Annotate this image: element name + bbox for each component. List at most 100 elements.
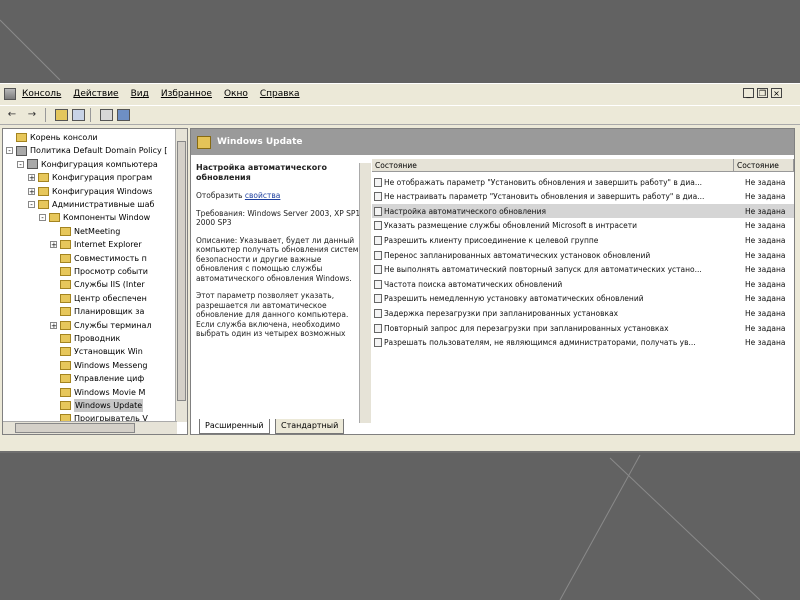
tree-item[interactable]: - Административные шаб	[28, 198, 154, 211]
description-scrollbar[interactable]	[359, 163, 371, 423]
tree-item[interactable]: Просмотр событи	[50, 265, 148, 278]
tree-item[interactable]: + Службы терминал	[50, 319, 152, 332]
list-item[interactable]: Не отображать параметр "Установить обнов…	[372, 175, 794, 189]
policy-setting-icon	[374, 206, 382, 216]
minimize-icon[interactable]: _	[743, 88, 754, 98]
tree-item-label: NetMeeting	[74, 226, 121, 236]
close-icon[interactable]: ×	[771, 88, 782, 98]
folder-icon	[60, 307, 71, 317]
tree-scroll-thumb[interactable]	[177, 141, 186, 401]
list-item[interactable]: Частота поиска автоматических обновлений…	[372, 277, 794, 291]
setting-name: Повторный запрос для перезагрузки при за…	[384, 323, 669, 333]
tree-item[interactable]: NetMeeting	[50, 225, 120, 238]
expand-icon[interactable]: +	[50, 241, 57, 249]
expand-icon[interactable]: +	[28, 187, 35, 195]
tree-item[interactable]: Центр обеспечен	[50, 292, 147, 305]
collapse-icon[interactable]: -	[17, 160, 24, 168]
back-arrow-icon[interactable]: ←	[4, 108, 20, 122]
policy-setting-icon	[374, 323, 382, 333]
collapse-icon[interactable]: -	[39, 214, 46, 222]
policy-setting-icon	[374, 221, 382, 231]
list-item[interactable]: Разрешать пользователям, не являющимся а…	[372, 336, 794, 350]
tree-item[interactable]: Windows Movie M	[50, 386, 145, 399]
tree-item[interactable]: Windows Messeng	[50, 359, 147, 372]
up-folder-icon[interactable]	[55, 109, 68, 121]
tree-item[interactable]: Совместимость п	[50, 252, 147, 265]
expand-icon[interactable]: +	[50, 321, 57, 329]
setting-name: Частота поиска автоматических обновлений	[384, 279, 563, 289]
list-item[interactable]: Не настраивать параметр "Установить обно…	[372, 190, 794, 204]
policy-setting-icon	[374, 250, 382, 260]
list-item[interactable]: Разрешить клиенту присоединение к целево…	[372, 233, 794, 247]
tree-item[interactable]: + Конфигурация програм	[28, 171, 152, 184]
list-item[interactable]: Не выполнять автоматический повторный за…	[372, 263, 794, 277]
tab-extended[interactable]: Расширенный	[199, 419, 270, 434]
policy-setting-icon	[374, 265, 382, 275]
tree-item[interactable]: Службы IIS (Inter	[50, 278, 145, 291]
list-item[interactable]: Разрешить немедленную установку автомати…	[372, 292, 794, 306]
toolbar-separator	[90, 108, 91, 122]
tree-item[interactable]: - Конфигурация компьютера	[17, 158, 158, 171]
tree-horizontal-scrollbar[interactable]	[3, 421, 177, 434]
setting-name: Указать размещение службы обновлений Mic…	[384, 221, 637, 231]
policy-setting-icon	[374, 308, 382, 318]
export-list-icon[interactable]	[100, 109, 113, 121]
collapse-icon[interactable]: -	[6, 147, 13, 155]
tree-item[interactable]: Планировщик за	[50, 305, 144, 318]
policy-setting-icon	[374, 192, 382, 202]
tree-item-label: Проводник	[74, 334, 121, 343]
menu-action[interactable]: Действие	[73, 89, 118, 99]
setting-name: Перенос запланированных автоматических у…	[384, 250, 651, 260]
setting-name: Не выполнять автоматический повторный за…	[384, 265, 702, 275]
list-item[interactable]: Повторный запрос для перезагрузки при за…	[372, 321, 794, 335]
folder-icon	[60, 253, 71, 263]
tree-item[interactable]: Корень консоли	[6, 131, 98, 144]
tree-item-label: Конфигурация Windows	[52, 186, 153, 196]
folder-icon	[60, 334, 71, 343]
tree-item[interactable]: Управление циф	[50, 372, 144, 385]
properties-link[interactable]: свойства	[245, 191, 281, 200]
setting-state: Не задана	[745, 338, 786, 348]
show-hide-tree-icon[interactable]	[72, 109, 85, 121]
setting-state: Не задана	[745, 206, 786, 216]
folder-icon	[60, 387, 71, 397]
tree-item[interactable]: - Компоненты Window	[39, 211, 150, 224]
menu-help[interactable]: Справка	[260, 89, 300, 99]
setting-name: Разрешить клиенту присоединение к целево…	[384, 235, 599, 245]
setting-name: Настройка автоматического обновления	[384, 206, 546, 216]
column-header-setting[interactable]: Состояние	[372, 159, 734, 172]
tree-hscroll-thumb[interactable]	[15, 423, 135, 433]
list-item[interactable]: Настройка автоматического обновления Не з…	[372, 204, 794, 219]
folder-icon	[197, 135, 211, 149]
menu-window[interactable]: Окно	[224, 89, 248, 99]
tree-item[interactable]: Windows Update	[50, 399, 144, 412]
tree-item[interactable]: + Конфигурация Windows	[28, 185, 152, 198]
expand-icon[interactable]: +	[28, 174, 35, 182]
list-item[interactable]: Перенос запланированных автоматических у…	[372, 248, 794, 262]
setting-state: Не задана	[745, 294, 786, 304]
console-app-icon[interactable]	[4, 88, 16, 100]
folder-icon	[60, 320, 71, 330]
menu-console[interactable]: Консоль	[22, 89, 61, 99]
column-header-state[interactable]: Состояние	[734, 159, 794, 172]
tree-item[interactable]: - Политика Default Domain Policy [	[6, 144, 167, 157]
tab-standard[interactable]: Стандартный	[275, 419, 345, 434]
tree-item-label: Windows Movie M	[74, 387, 146, 397]
folder-icon	[38, 186, 49, 196]
tree-item-label: Совместимость п	[74, 253, 147, 263]
list-item[interactable]: Указать размещение службы обновлений Mic…	[372, 219, 794, 233]
tree-item-label: Политика Default Domain Policy [	[30, 146, 168, 156]
tree-item[interactable]: Проводник	[50, 332, 120, 345]
show-properties-line: Отобразить свойства	[196, 191, 368, 201]
list-header: Состояние Состояние	[372, 159, 794, 172]
help-icon[interactable]	[117, 109, 130, 121]
collapse-icon[interactable]: -	[28, 201, 35, 209]
tree-item[interactable]: + Internet Explorer	[50, 238, 142, 251]
forward-arrow-icon[interactable]: →	[24, 108, 40, 122]
tree-vertical-scrollbar[interactable]	[175, 129, 187, 422]
menu-favorites[interactable]: Избранное	[161, 89, 212, 99]
tree-item[interactable]: Установщик Win	[50, 345, 143, 358]
list-item[interactable]: Задержка перезагрузки при запланированны…	[372, 306, 794, 320]
restore-icon[interactable]: ❐	[757, 88, 768, 98]
menu-view[interactable]: Вид	[131, 89, 149, 99]
